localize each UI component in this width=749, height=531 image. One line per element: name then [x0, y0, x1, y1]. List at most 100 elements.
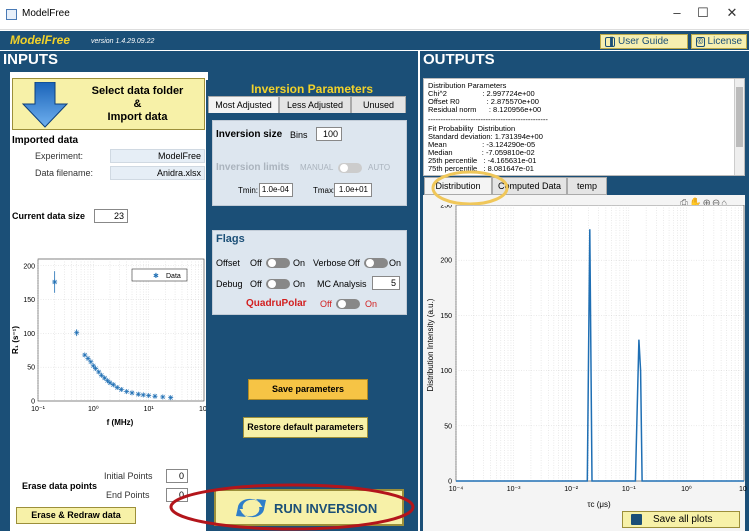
debug-label: Debug: [216, 279, 243, 289]
limits-toggle[interactable]: [338, 163, 362, 173]
bins-input[interactable]: 100: [316, 127, 342, 141]
save-all-plots-label: Save all plots: [653, 514, 713, 525]
window-titlebar: ModelFree – ☐ ✕: [0, 0, 749, 30]
data-point: [52, 279, 58, 285]
tab-most-adjusted[interactable]: Most Adjusted: [208, 96, 279, 114]
output-line: ----------------------------------------…: [428, 115, 548, 124]
y-tick-label: 100: [440, 368, 452, 375]
data-point: [85, 355, 91, 361]
data-point: [146, 393, 152, 399]
filename-label: Data filename:: [35, 168, 94, 178]
close-button[interactable]: ✕: [722, 5, 742, 21]
x-tick-label: 10⁻³: [507, 486, 521, 493]
tab-temp[interactable]: temp: [567, 177, 607, 195]
output-line: Residual norm : 8.120956e+00: [428, 105, 542, 114]
erase-redraw-button[interactable]: Erase & Redraw data: [16, 507, 136, 524]
y-tick-label: 150: [440, 313, 452, 320]
x-tick-label: 10⁻¹: [31, 406, 45, 413]
y-tick-label: 250: [440, 205, 452, 210]
run-highlight-annotation: [169, 483, 415, 531]
distribution-tab-highlight: [431, 170, 509, 206]
data-point: [129, 390, 135, 396]
mc-analysis-label: MC Analysis: [317, 279, 367, 289]
user-guide-button[interactable]: ▐ User Guide: [600, 34, 688, 49]
license-label: License: [707, 36, 742, 47]
quadrupolar-off-label: Off: [320, 299, 332, 309]
output-scrollbar[interactable]: [734, 79, 744, 175]
data-point: [88, 359, 94, 365]
window-title: ModelFree: [22, 8, 70, 19]
offset-off-label: Off: [250, 258, 262, 268]
experiment-label: Experiment:: [35, 151, 84, 161]
mc-analysis-input[interactable]: 5: [372, 276, 400, 290]
inputs-header: INPUTS: [0, 51, 418, 69]
initial-points-label: Initial Points: [104, 471, 153, 481]
save-parameters-button[interactable]: Save parameters: [248, 379, 368, 400]
save-all-plots-button[interactable]: Save all plots: [622, 511, 740, 528]
y-axis-label: Distribution Intensity (a.u.): [426, 298, 435, 391]
x-tick-label: 10⁻²: [564, 486, 578, 493]
y-tick-label: 0: [31, 399, 35, 406]
x-tick-label: 10¹: [739, 486, 747, 493]
verbose-toggle[interactable]: [364, 258, 388, 268]
minimize-button[interactable]: –: [667, 5, 687, 20]
x-axis-label: τc (μs): [587, 500, 611, 509]
data-point: [168, 395, 174, 401]
data-point: [152, 393, 158, 399]
y-axis-label: R₁ (s⁻¹): [11, 326, 20, 354]
app-icon: [6, 9, 17, 20]
data-point: [98, 372, 104, 378]
offset-label: Offset: [216, 258, 240, 268]
tab-unused[interactable]: Unused: [351, 96, 406, 114]
tmin-label: Tmin:: [238, 186, 258, 195]
verbose-on-label: On: [389, 258, 402, 268]
app-name: ModelFree: [10, 33, 71, 47]
x-tick-label: 10¹: [144, 406, 155, 413]
quadrupolar-label: QuadruPolar: [246, 298, 307, 309]
distribution-chart: 10⁻⁴ 10⁻³ 10⁻² 10⁻¹ 10⁰ 10¹ 0 50 100 150 200 250 τc…: [426, 205, 747, 509]
tmin-input[interactable]: 1.0e-04: [259, 183, 293, 197]
offset-on-label: On: [293, 258, 306, 268]
output-text-area[interactable]: Distribution Parameters Chi^2 : 2.997724…: [423, 78, 745, 176]
x-axis-label: f (MHz): [107, 418, 134, 427]
legend-label: Data: [166, 273, 181, 280]
y-tick-label: 50: [27, 365, 35, 372]
x-tick-label: 10⁰: [88, 405, 99, 413]
experiment-value: ModelFree: [110, 149, 205, 163]
book-icon: ▐: [605, 36, 615, 47]
x-tick-label: 10⁻¹: [622, 486, 636, 493]
current-size-value: 23: [94, 209, 128, 223]
select-data-label: Select data folder & Import data: [91, 85, 184, 123]
end-points-label: End Points: [106, 490, 150, 500]
debug-on-label: On: [293, 279, 306, 289]
offset-toggle[interactable]: [266, 258, 290, 268]
data-point: [74, 330, 80, 336]
manual-label: MANUAL: [300, 163, 334, 172]
y-tick-label: 50: [444, 423, 452, 430]
quadrupolar-toggle[interactable]: [336, 299, 360, 309]
bins-label: Bins: [290, 130, 308, 140]
license-button[interactable]: © License: [691, 34, 747, 49]
tmax-input[interactable]: 1.0e+01: [334, 183, 372, 197]
flags-title: Flags: [216, 233, 245, 245]
y-tick-label: 150: [23, 297, 35, 304]
maximize-button[interactable]: ☐: [693, 5, 713, 21]
y-tick-label: 0: [448, 479, 452, 486]
debug-toggle[interactable]: [266, 279, 290, 289]
data-point: [124, 389, 130, 395]
verbose-label: Verbose: [313, 258, 347, 268]
y-tick-label: 200: [23, 263, 35, 270]
outputs-header: OUTPUTS: [420, 51, 749, 69]
scrollbar-thumb[interactable]: [736, 87, 743, 147]
filename-value: Anidra.xlsx: [110, 166, 205, 180]
tab-less-adjusted[interactable]: Less Adjusted: [279, 96, 351, 114]
legend-marker: ✱: [153, 272, 159, 280]
tmax-label: Tmax:: [313, 186, 336, 195]
select-data-folder-button[interactable]: Select data folder & Import data: [12, 78, 205, 130]
x-tick-label: 10⁻⁴: [449, 486, 464, 493]
version-label: version 1.4.29.09.22: [91, 38, 155, 45]
restore-defaults-button[interactable]: Restore default parameters: [243, 417, 368, 438]
y-tick-label: 200: [440, 258, 452, 265]
relaxation-chart: 10⁻¹10⁰10¹10²050100150200 ✱ Data f (MHz)…: [11, 258, 208, 427]
current-size-label: Current data size: [12, 211, 86, 221]
